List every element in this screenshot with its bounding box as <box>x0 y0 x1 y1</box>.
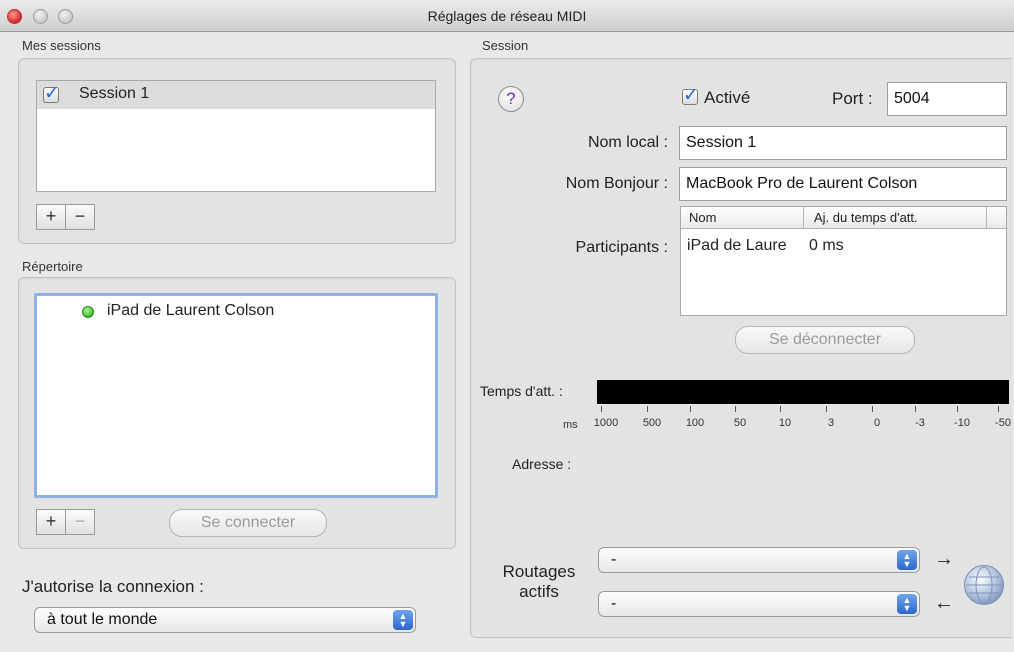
directory-item-name: iPad de Laurent Colson <box>107 302 275 319</box>
checkmark-icon: ✓ <box>683 85 699 106</box>
connect-button[interactable]: Se connecter <box>169 509 327 537</box>
list-item[interactable]: ✓ Session 1 <box>37 81 435 109</box>
add-session-button[interactable]: + <box>36 204 66 230</box>
routing-label: Routages actifs <box>494 562 584 602</box>
enabled-checkbox[interactable]: ✓ <box>682 85 699 106</box>
participant-latency: 0 ms <box>809 237 844 254</box>
latency-unit: ms <box>563 419 578 431</box>
routing-label-line1: Routages <box>502 562 576 581</box>
permission-label: J'autorise la connexion : <box>22 577 204 596</box>
participants-table[interactable]: Nom Aj. du temps d'att. iPad de Laure 0 … <box>680 206 1007 316</box>
routing-out-popup[interactable]: - ▲ ▼ <box>598 547 920 573</box>
bonjour-name-field[interactable]: MacBook Pro de Laurent Colson <box>679 167 1007 201</box>
routing-in-value: - <box>611 595 617 612</box>
sessions-group: ✓ Session 1 + − <box>18 58 456 244</box>
enabled-label: Activé <box>704 88 751 107</box>
local-name-label: Nom local : <box>587 134 668 151</box>
latency-tick-label: -10 <box>954 417 970 429</box>
directory-list[interactable]: iPad de Laurent Colson <box>34 293 438 498</box>
routing-label-line2: actifs <box>519 582 559 601</box>
bonjour-name-label: Nom Bonjour : <box>565 175 668 192</box>
latency-tick-mark <box>915 406 916 412</box>
latency-tick-label: 50 <box>733 417 747 429</box>
latency-tick-label: 100 <box>685 417 705 429</box>
disconnect-button[interactable]: Se déconnecter <box>735 326 915 354</box>
latency-tick-label: -50 <box>995 417 1011 429</box>
latency-tick-label: 500 <box>642 417 662 429</box>
column-header-latency[interactable]: Aj. du temps d'att. <box>814 210 918 225</box>
address-label: Adresse : <box>512 456 572 472</box>
session-group-label: Session <box>482 38 529 53</box>
sessions-group-label: Mes sessions <box>22 38 101 53</box>
participants-label: Participants : <box>575 239 668 256</box>
session-enabled-checkbox[interactable]: ✓ <box>43 83 60 104</box>
arrow-right-icon: → <box>934 548 954 570</box>
latency-tick-label: -3 <box>915 417 925 429</box>
latency-meter <box>597 380 1009 404</box>
latency-tick-mark <box>601 406 602 412</box>
local-name-field[interactable]: Session 1 <box>679 126 1007 160</box>
network-globe-icon <box>964 565 1004 605</box>
popup-arrows-icon: ▲ ▼ <box>897 550 917 570</box>
latency-tick-label: 3 <box>827 417 835 429</box>
latency-tick-mark <box>780 406 781 412</box>
arrow-left-icon: ← <box>934 592 954 614</box>
window-title: Réglages de réseau MIDI <box>427 8 587 24</box>
help-button[interactable]: ? <box>498 86 524 112</box>
remove-session-button[interactable]: − <box>65 204 95 230</box>
latency-tick-mark <box>735 406 736 412</box>
latency-tick-mark <box>872 406 873 412</box>
permission-value: à tout le monde <box>47 611 158 628</box>
directory-group-label: Répertoire <box>22 259 83 274</box>
list-item[interactable]: iPad de Laurent Colson <box>37 300 435 324</box>
add-directory-button[interactable]: + <box>36 509 66 535</box>
online-status-icon <box>82 306 94 318</box>
latency-tick-mark <box>647 406 648 412</box>
session-name: Session 1 <box>79 85 150 102</box>
directory-group: iPad de Laurent Colson + − Se connecter <box>18 277 456 549</box>
title-bar: Réglages de réseau MIDI <box>0 0 1014 32</box>
participant-name: iPad de Laure <box>687 237 787 254</box>
latency-tick-mark <box>826 406 827 412</box>
latency-tick-mark <box>957 406 958 412</box>
column-header-name[interactable]: Nom <box>689 210 716 225</box>
sessions-list[interactable]: ✓ Session 1 <box>36 80 436 192</box>
latency-tick-label: 0 <box>873 417 881 429</box>
column-divider <box>803 207 804 229</box>
routing-out-value: - <box>611 551 617 568</box>
popup-arrows-icon: ▲ ▼ <box>897 594 917 614</box>
column-divider <box>986 207 987 229</box>
latency-label: Temps d'att. : <box>480 383 563 399</box>
port-field[interactable]: 5004 <box>887 82 1007 116</box>
latency-tick-mark <box>690 406 691 412</box>
port-label: Port : <box>832 89 873 108</box>
participants-header: Nom Aj. du temps d'att. <box>681 207 1006 229</box>
table-row[interactable]: iPad de Laure 0 ms <box>681 233 1006 257</box>
latency-tick-label: 10 <box>778 417 792 429</box>
latency-tick-mark <box>998 406 999 412</box>
remove-directory-button[interactable]: − <box>65 509 95 535</box>
routing-in-popup[interactable]: - ▲ ▼ <box>598 591 920 617</box>
popup-arrows-icon: ▲ ▼ <box>393 610 413 630</box>
permission-popup[interactable]: à tout le monde ▲ ▼ <box>34 607 416 633</box>
checkmark-icon: ✓ <box>44 83 60 104</box>
latency-tick-label: 1000 <box>593 417 619 429</box>
